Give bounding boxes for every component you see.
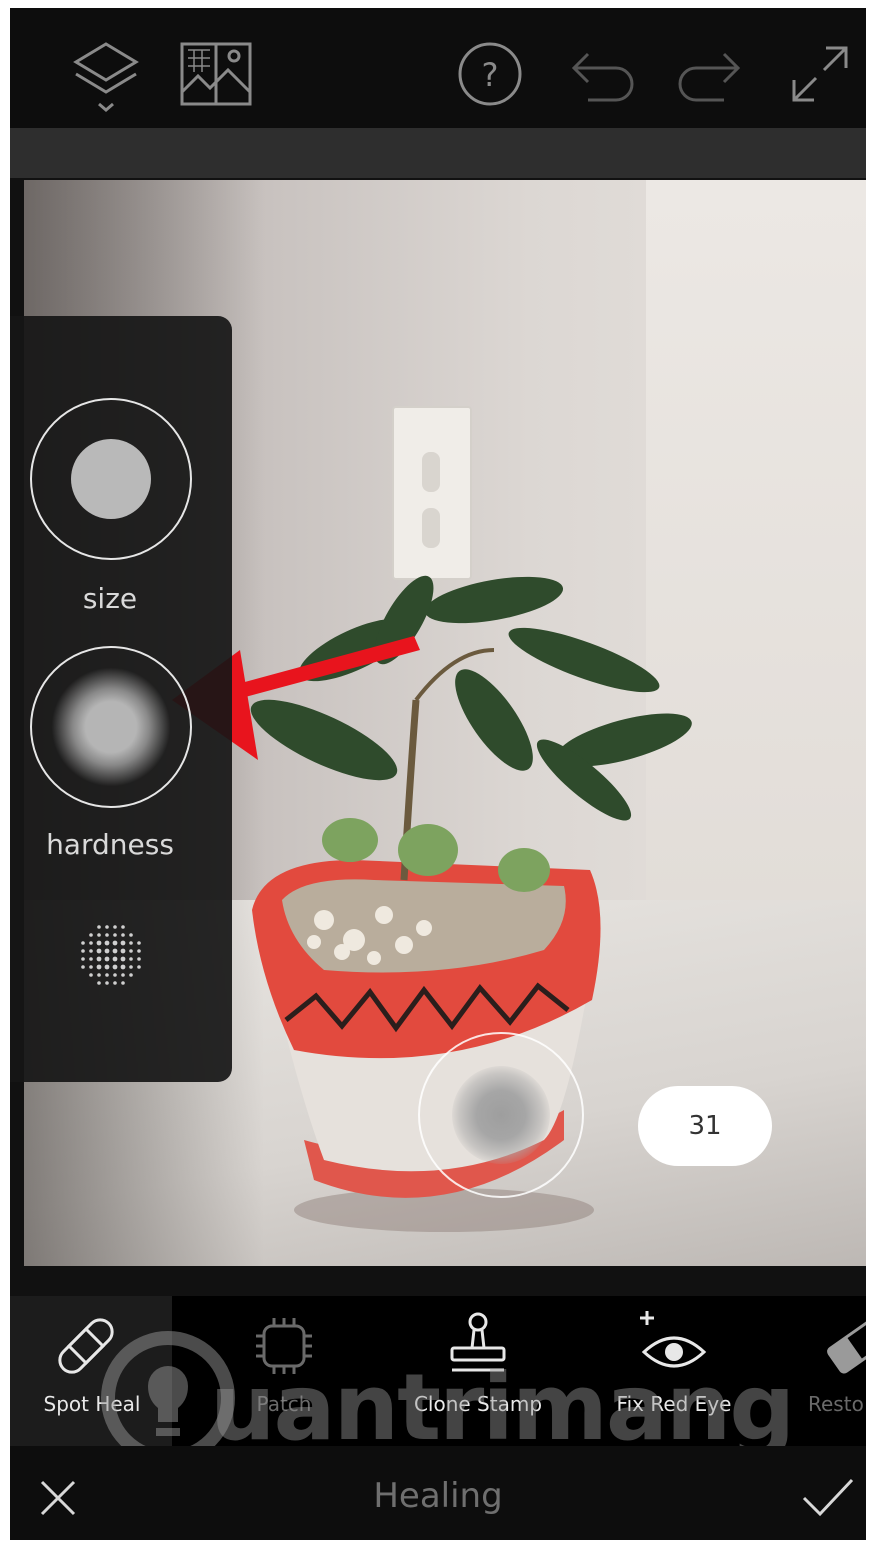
expand-icon[interactable] xyxy=(780,34,860,114)
size-label: size xyxy=(82,582,138,615)
clone-stamp-icon xyxy=(450,1312,506,1372)
brush-hardness-control[interactable] xyxy=(30,646,192,808)
brush-size-control[interactable] xyxy=(30,398,192,560)
patch-icon xyxy=(256,1318,312,1374)
red-eye-icon xyxy=(640,1311,707,1368)
size-dot-icon xyxy=(71,439,151,519)
tool-clone-stamp[interactable]: Clone Stamp xyxy=(388,1296,568,1446)
tool-label: Spot Heal xyxy=(43,1392,141,1416)
app-screen: ? 31 size hardness Spot Heal Patch Clone… xyxy=(10,8,866,1540)
redo-icon[interactable] xyxy=(670,34,750,114)
tool-label: Clone Stamp xyxy=(413,1392,543,1416)
bottom-bar: Healing xyxy=(10,1446,866,1540)
eraser-icon xyxy=(827,1318,866,1374)
tool-label: Resto xyxy=(808,1392,864,1416)
tool-fix-red-eye[interactable]: Fix Red Eye xyxy=(584,1296,764,1446)
tool-restore[interactable]: Resto xyxy=(780,1296,866,1446)
mode-title: Healing xyxy=(373,1476,503,1516)
tool-label: Fix Red Eye xyxy=(616,1392,732,1416)
bandage-icon xyxy=(58,1318,114,1374)
layers-icon[interactable] xyxy=(66,34,146,114)
toolbar-divider xyxy=(10,128,866,178)
hardness-dot-icon xyxy=(51,667,171,787)
brush-settings-panel: size hardness xyxy=(10,316,232,1082)
healing-tool-strip: Spot Heal Patch Clone Stamp Fix Red Eye … xyxy=(10,1296,866,1446)
brush-preview xyxy=(452,1066,550,1164)
top-toolbar: ? xyxy=(10,8,866,128)
undo-icon[interactable] xyxy=(562,34,642,114)
tool-spot-heal[interactable]: Spot Heal xyxy=(10,1296,182,1446)
brush-value-badge: 31 xyxy=(638,1086,772,1166)
hardness-label: hardness xyxy=(46,828,174,861)
tool-patch[interactable]: Patch xyxy=(194,1296,374,1446)
svg-text:?: ? xyxy=(482,56,499,94)
image-adjust-icon[interactable] xyxy=(176,34,256,114)
brush-cursor[interactable] xyxy=(418,1032,584,1198)
tool-label: Patch xyxy=(256,1392,312,1416)
help-icon[interactable]: ? xyxy=(450,34,530,114)
checkmark-icon[interactable] xyxy=(800,1474,856,1522)
brush-opacity-icon[interactable] xyxy=(76,920,146,990)
